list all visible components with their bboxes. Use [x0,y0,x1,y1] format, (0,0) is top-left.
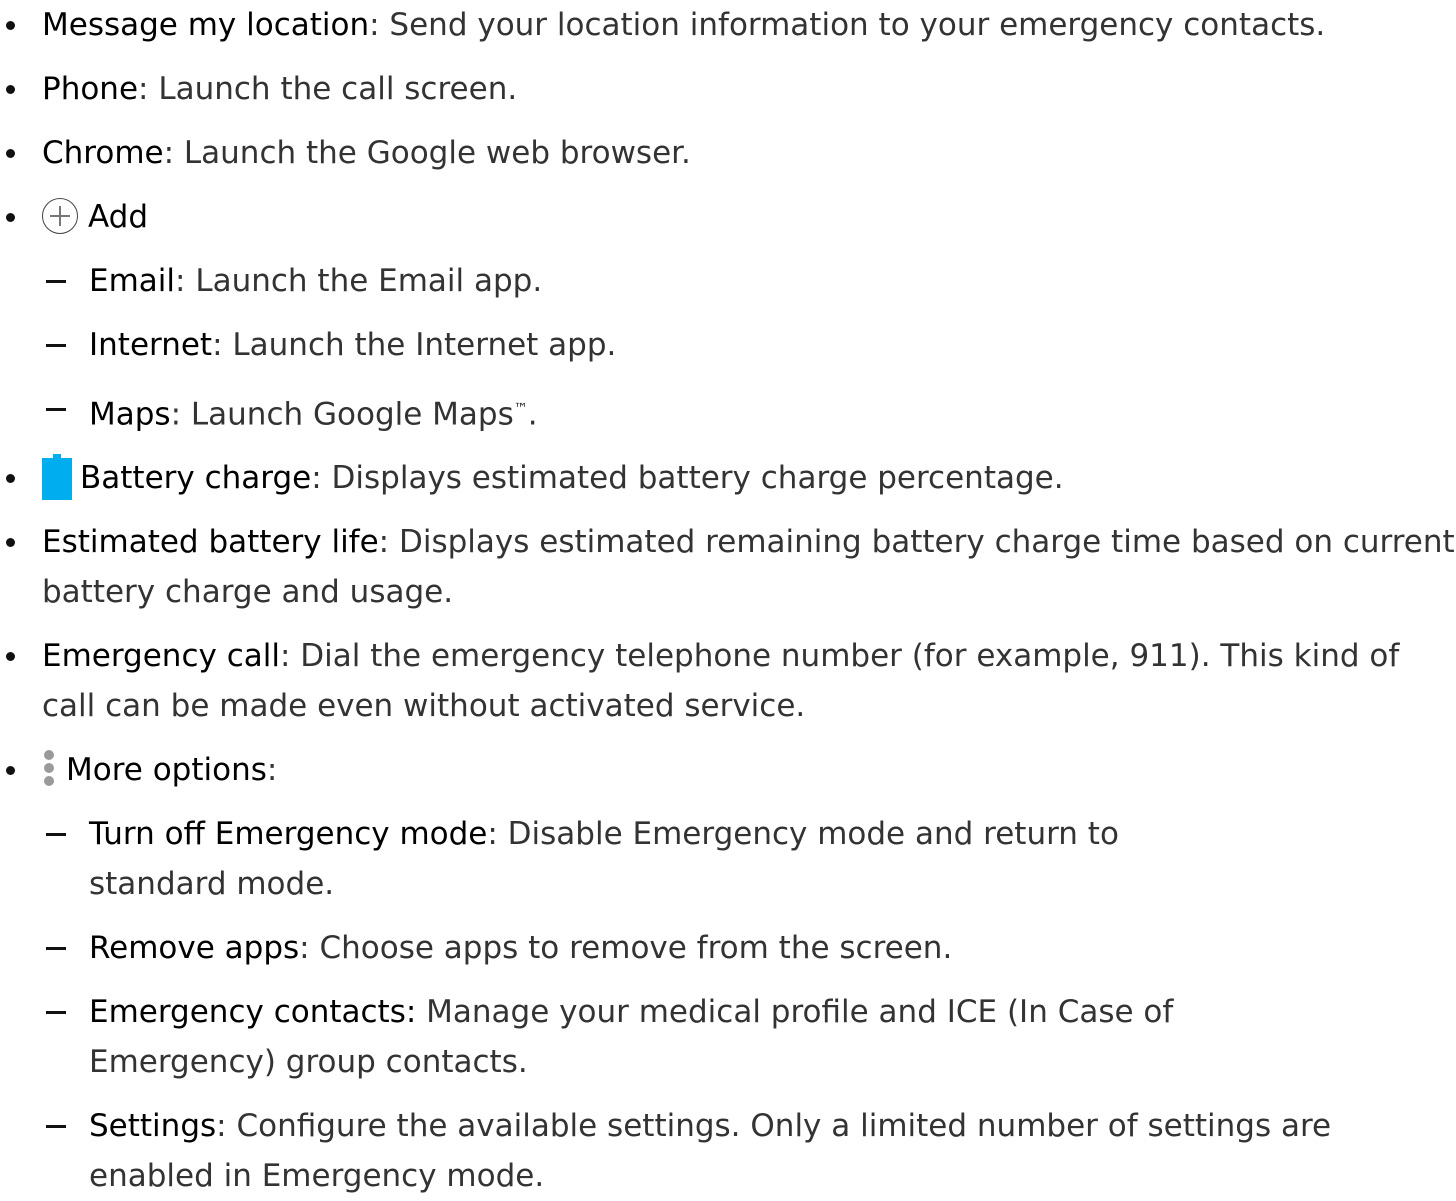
item-term: Email [89,263,176,299]
bullet [6,213,15,222]
item-description-end: . [527,396,538,433]
list-item-battery-charge: Battery charge: Displays estimated batte… [0,453,1456,503]
item-term: Maps [89,396,171,433]
item-term: Turn off Emergency mode [89,816,488,853]
list-item-message-my-location: Message my location: Send your location … [0,0,1456,50]
item-description: : Displays estimated battery charge perc… [311,460,1064,497]
item-description: : Send your location information to your… [369,7,1326,43]
item-description: : Launch the Google web browser. [163,135,691,171]
sub-item-remove-apps: Remove apps: Choose apps to remove from … [0,923,1456,973]
item-description: : Launch Google Maps [170,396,514,433]
trademark-symbol: ™ [513,401,528,417]
item-description: : Configure the available settings. Only… [89,1108,1332,1195]
bullet [6,21,15,30]
item-description: : [266,752,278,789]
dash [46,280,66,283]
dash [46,1011,66,1015]
list-item-chrome: Chrome: Launch the Google web browser. [0,128,1456,178]
item-term: Add [88,199,149,235]
sub-item-email: Email: Launch the Email app. [0,256,1456,306]
dash [46,947,66,951]
bullet [6,766,15,776]
item-term: Emergency contacts: [89,994,417,1031]
list-item-phone: Phone: Launch the call screen. [0,64,1456,114]
item-term: Settings [89,1108,217,1145]
sub-item-internet: Internet: Launch the Internet app. [0,320,1456,370]
item-term: Phone [42,71,139,107]
dash [46,1125,66,1129]
sub-item-emergency-contacts: Emergency contacts: Manage your medical … [0,987,1456,1087]
dash [46,408,66,411]
sub-item-turn-off-emergency-mode: Turn off Emergency mode: Disable Emergen… [0,809,1456,909]
battery-icon [42,453,72,500]
item-term: Battery charge [80,460,312,497]
list-item-add: Add [0,192,1456,242]
dash [46,344,66,347]
list-item-emergency-call: Emergency call: Dial the emergency telep… [0,631,1456,731]
item-description: : Choose apps to remove from the screen. [299,930,953,967]
bullet [6,85,15,94]
item-term: Estimated battery life [42,524,379,561]
item-term: Chrome [42,135,164,171]
list-item-estimated-battery-life: Estimated battery life: Displays estimat… [0,517,1456,617]
list-item-more-options: More options: [0,745,1456,795]
item-term: Emergency call [42,638,280,675]
emergency-mode-features-list: Message my location: Send your location … [0,0,1456,1194]
item-term: Remove apps [89,930,300,967]
item-term: Internet [89,327,213,363]
item-description: : Launch the Internet app. [212,327,617,363]
bullet [6,149,15,158]
item-term: Message my location [42,7,370,43]
item-description: : Launch the call screen. [138,71,518,107]
item-term: More options [66,752,267,789]
bullet [6,652,15,662]
plus-circle-icon [42,197,78,234]
dash [46,833,66,837]
item-description: : Launch the Email app. [175,263,543,299]
bullet [6,538,15,548]
sub-item-settings: Settings: Configure the available settin… [0,1101,1456,1201]
bullet [6,474,15,484]
sub-item-maps: Maps: Launch Google Maps™. [0,384,1456,439]
more-options-icon [42,748,56,788]
